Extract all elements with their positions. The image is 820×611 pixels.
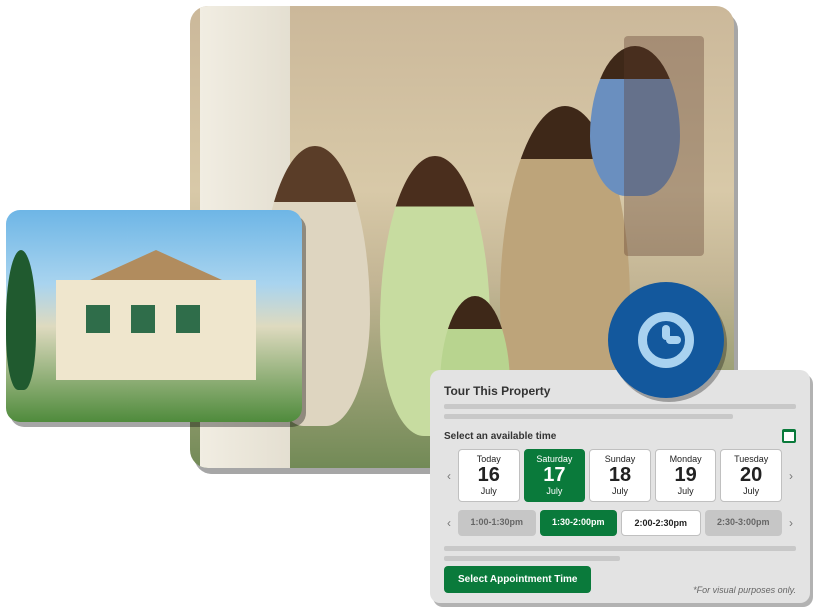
date-dow: Today <box>461 454 517 464</box>
time-slot-1: 1:00-1:30pm <box>458 510 536 536</box>
date-day: 16 <box>461 465 517 485</box>
select-appointment-button[interactable]: Select Appointment Time <box>444 566 591 593</box>
time-slot-2[interactable]: 1:30-2:00pm <box>540 510 618 536</box>
placeholder-line <box>444 546 796 551</box>
time-prev-arrow[interactable]: ‹ <box>444 510 454 536</box>
date-dow: Monday <box>658 454 714 464</box>
time-next-arrow[interactable]: › <box>786 510 796 536</box>
date-card-today[interactable]: Today 16 July <box>458 449 520 502</box>
date-dow: Saturday <box>527 454 583 464</box>
house-photo <box>6 210 302 422</box>
placeholder-line <box>444 556 620 561</box>
date-month: July <box>527 486 583 496</box>
time-slot-4: 2:30-3:00pm <box>705 510 783 536</box>
date-month: July <box>461 486 517 496</box>
select-time-label: Select an available time <box>444 431 556 442</box>
person-child-on-shoulders <box>590 46 680 196</box>
clock-icon <box>638 312 694 368</box>
date-dow: Sunday <box>592 454 648 464</box>
date-card-sunday[interactable]: Sunday 18 July <box>589 449 651 502</box>
house-window <box>176 305 200 333</box>
date-dow: Tuesday <box>723 454 779 464</box>
booking-widget: Tour This Property Select an available t… <box>430 370 810 603</box>
house-window <box>131 305 155 333</box>
date-card-saturday[interactable]: Saturday 17 July <box>524 449 586 502</box>
date-day: 19 <box>658 465 714 485</box>
date-card-tuesday[interactable]: Tuesday 20 July <box>720 449 782 502</box>
time-row: ‹ 1:00-1:30pm 1:30-2:00pm 2:00-2:30pm 2:… <box>444 510 796 536</box>
clock-badge <box>608 282 724 398</box>
placeholder-line <box>444 404 796 409</box>
date-month: July <box>592 486 648 496</box>
disclaimer-text: *For visual purposes only. <box>693 585 796 595</box>
booking-title: Tour This Property <box>444 384 796 398</box>
date-card-monday[interactable]: Monday 19 July <box>655 449 717 502</box>
date-prev-arrow[interactable]: ‹ <box>444 449 454 502</box>
time-slot-3[interactable]: 2:00-2:30pm <box>621 510 701 536</box>
house-window <box>86 305 110 333</box>
placeholder-line <box>444 414 733 419</box>
date-day: 18 <box>592 465 648 485</box>
calendar-icon[interactable] <box>782 429 796 443</box>
date-next-arrow[interactable]: › <box>786 449 796 502</box>
date-month: July <box>723 486 779 496</box>
date-day: 20 <box>723 465 779 485</box>
date-month: July <box>658 486 714 496</box>
date-day: 17 <box>527 465 583 485</box>
date-row: ‹ Today 16 July Saturday 17 July Sunday … <box>444 449 796 502</box>
